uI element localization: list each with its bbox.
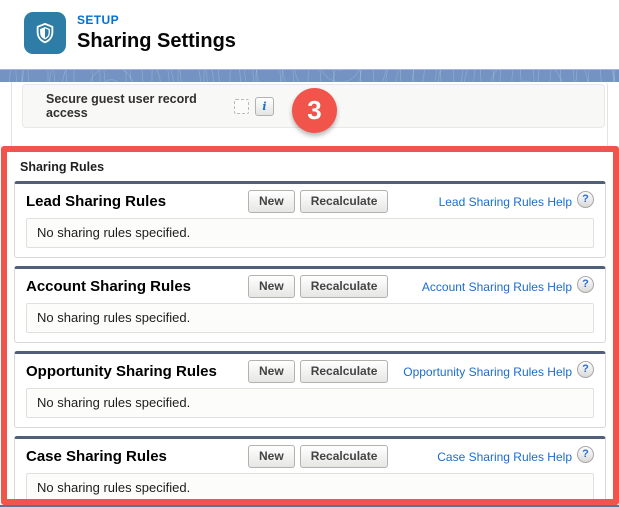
annotation-box: Sharing Rules Lead Sharing Rules New Rec… xyxy=(1,146,619,505)
section-title: Account Sharing Rules xyxy=(26,278,192,295)
section-title: Opportunity Sharing Rules xyxy=(26,363,217,380)
annotation-badge: 3 xyxy=(292,88,337,133)
new-button[interactable]: New xyxy=(248,190,295,213)
recalculate-button[interactable]: Recalculate xyxy=(299,275,389,298)
help-link[interactable]: Case Sharing Rules Help xyxy=(437,450,572,464)
page-title: Sharing Settings xyxy=(77,30,236,52)
new-button[interactable]: New xyxy=(248,445,295,468)
new-button[interactable]: New xyxy=(248,360,295,383)
sharing-section-case: Case Sharing Rules New Recalculate Case … xyxy=(14,436,606,499)
sharing-rules-label: Sharing Rules xyxy=(20,160,105,174)
help-link[interactable]: Account Sharing Rules Help xyxy=(422,280,572,294)
help-link[interactable]: Lead Sharing Rules Help xyxy=(439,195,572,209)
section-title: Case Sharing Rules xyxy=(26,448,167,465)
empty-message: No sharing rules specified. xyxy=(26,473,594,499)
sharing-section-opportunity: Opportunity Sharing Rules New Recalculat… xyxy=(14,351,606,428)
help-icon[interactable]: ? xyxy=(577,276,594,293)
info-icon-button[interactable]: i xyxy=(255,96,274,116)
help-icon[interactable]: ? xyxy=(577,446,594,463)
help-icon[interactable]: ? xyxy=(577,191,594,208)
section-title: Lead Sharing Rules xyxy=(26,193,167,210)
help-icon[interactable]: ? xyxy=(577,361,594,378)
secure-guest-label: Secure guest user record access xyxy=(46,92,197,120)
empty-message: No sharing rules specified. xyxy=(26,388,594,418)
sharing-settings-icon xyxy=(24,12,66,54)
info-icon: i xyxy=(262,99,267,113)
recalculate-button[interactable]: Recalculate xyxy=(299,360,389,383)
new-button[interactable]: New xyxy=(248,275,295,298)
secure-guest-checkbox[interactable] xyxy=(234,98,249,114)
empty-message: No sharing rules specified. xyxy=(26,303,594,333)
shield-icon xyxy=(36,22,54,44)
header-band xyxy=(0,69,619,82)
recalculate-button[interactable]: Recalculate xyxy=(299,445,389,468)
sharing-section-account: Account Sharing Rules New Recalculate Ac… xyxy=(14,266,606,343)
sharing-section-lead: Lead Sharing Rules New Recalculate Lead … xyxy=(14,181,606,258)
setup-eyebrow: SETUP xyxy=(77,13,120,27)
recalculate-button[interactable]: Recalculate xyxy=(299,190,389,213)
setup-header: SETUP Sharing Settings xyxy=(0,0,619,69)
help-link[interactable]: Opportunity Sharing Rules Help xyxy=(403,365,572,379)
empty-message: No sharing rules specified. xyxy=(26,218,594,248)
